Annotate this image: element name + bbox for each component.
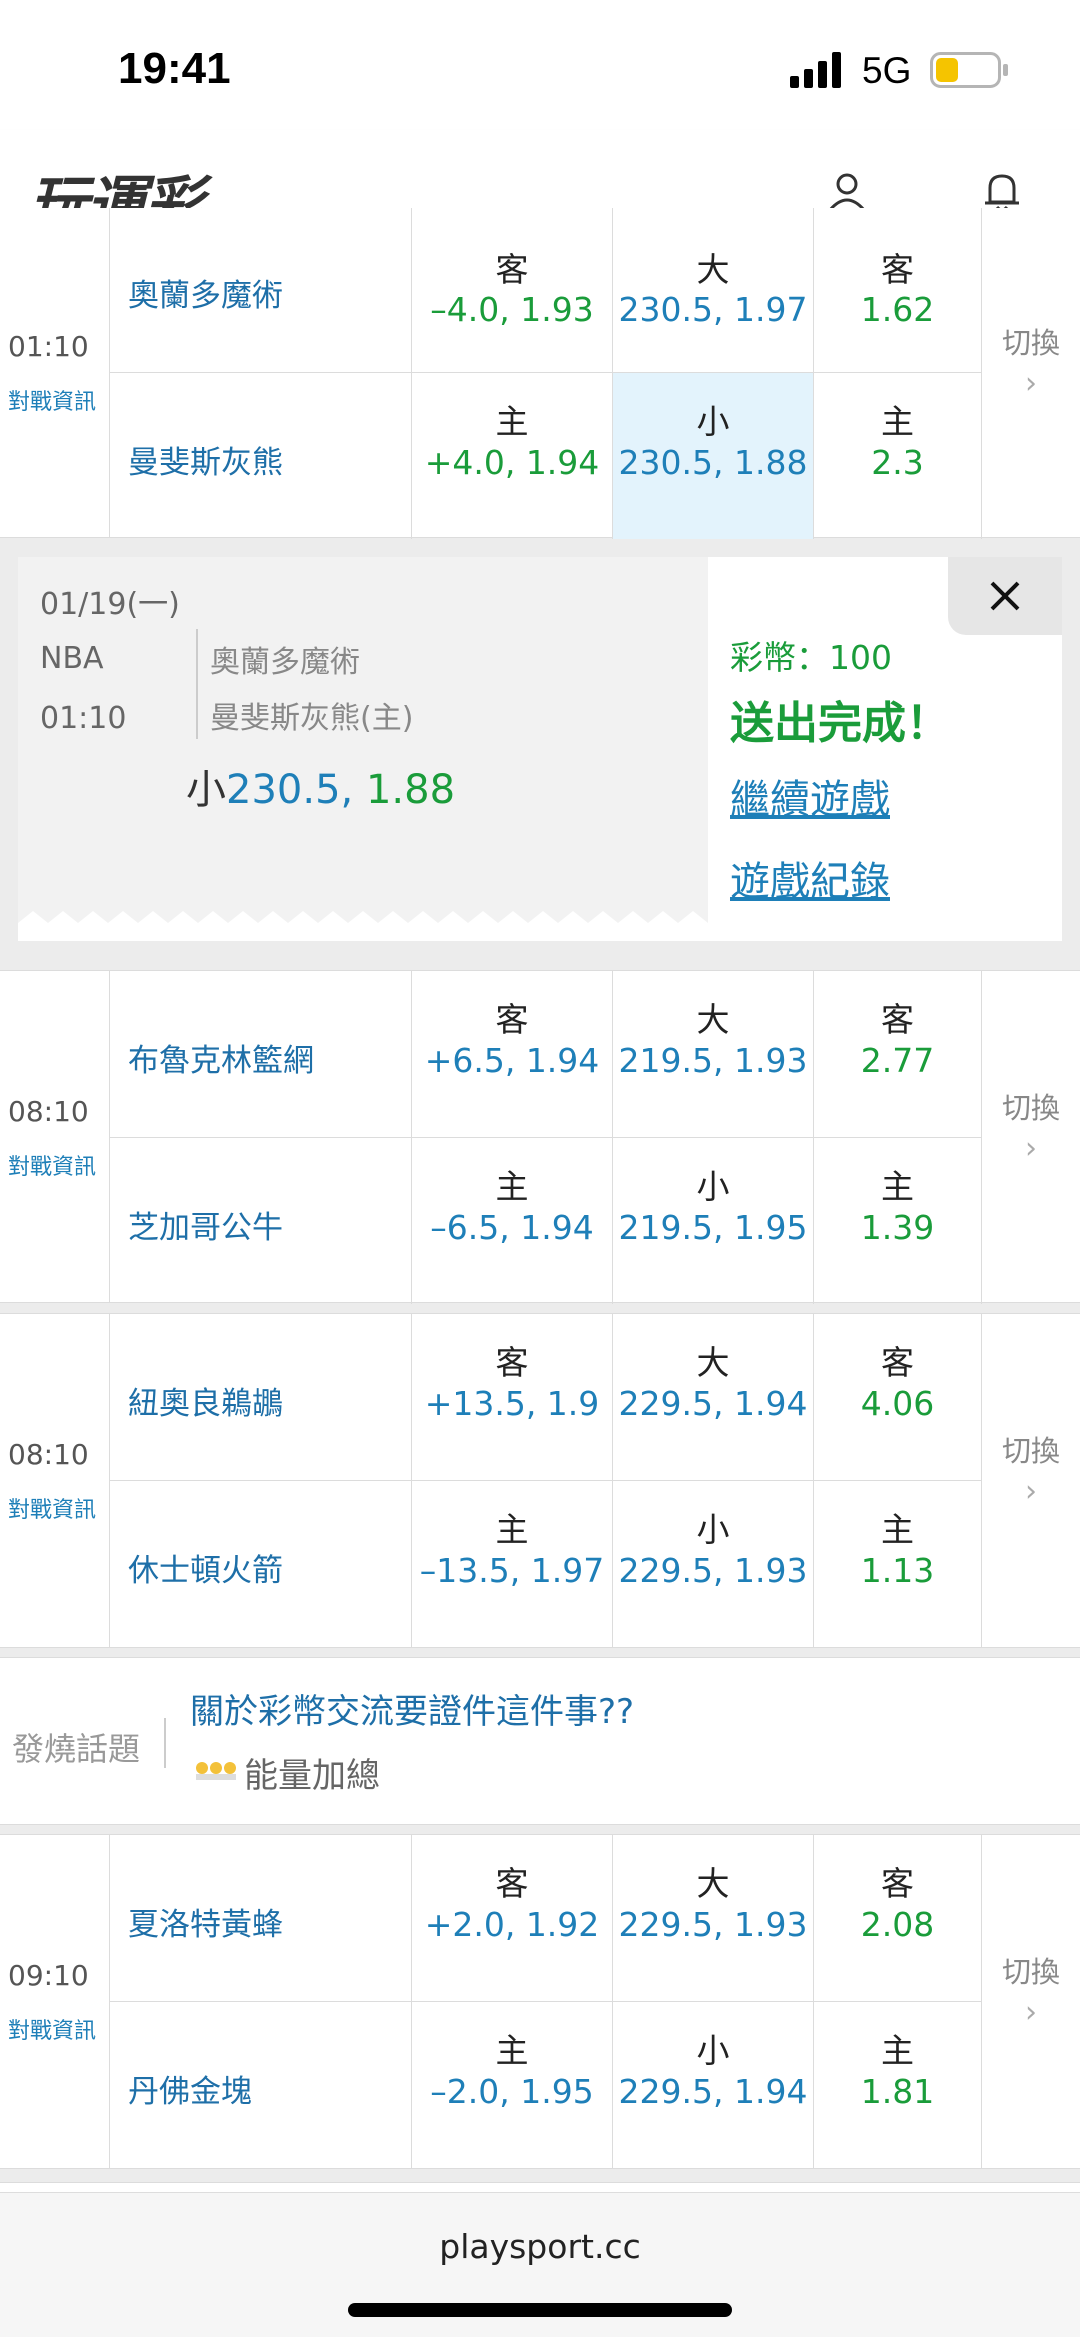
home-indicator[interactable] [348, 2303, 732, 2317]
home-total-cell[interactable]: 小 219.5, 1.95 [613, 1138, 814, 1304]
network-label: 5G [862, 50, 912, 91]
coin-amount: 彩幣：100 [730, 638, 892, 677]
away-moneyline-cell[interactable]: 客 4.06 [814, 1314, 982, 1480]
bet-home-team: 曼斐斯灰熊(主) [210, 701, 414, 736]
close-button[interactable] [948, 557, 1062, 635]
away-total-cell[interactable]: 大 229.5, 1.94 [613, 1314, 814, 1480]
game-row: 08:10 對戰資訊 紐奧良鵜鶘 客 +13.5, 1.9 大 229.5, 1.9… [0, 1313, 1080, 1648]
matchup-info-link[interactable]: 對戰資訊 [8, 1492, 96, 1524]
topic-author: 能量加總 [244, 1756, 380, 1796]
home-total-cell[interactable]: 小 229.5, 1.94 [613, 2002, 814, 2168]
bet-confirmation-panel: 01/19(一) NBA 01:10 奧蘭多魔術 曼斐斯灰熊(主) 小230.5… [18, 557, 1062, 941]
bet-date: 01/19(一) [40, 587, 180, 622]
site-url[interactable]: playsport.cc [0, 2227, 1080, 2266]
hot-topic-banner[interactable]: 發燒話題 關於彩幣交流要證件這件事?? 能量加總 [0, 1657, 1080, 1825]
matchup-info-link[interactable]: 對戰資訊 [8, 384, 96, 416]
home-total-cell[interactable]: 小 229.5, 1.93 [613, 1481, 814, 1647]
bet-selection: 小230.5, 1.88 [186, 767, 456, 813]
away-team[interactable]: 奧蘭多魔術 [110, 208, 412, 372]
away-total-cell[interactable]: 大 219.5, 1.93 [613, 971, 814, 1137]
home-spread-cell[interactable]: 主 –13.5, 1.97 [412, 1481, 613, 1647]
game-time-column: 08:10 對戰資訊 [0, 1314, 110, 1647]
game-time-column: 01:10 對戰資訊 [0, 208, 110, 537]
bet-league: NBA [40, 641, 104, 676]
home-moneyline-cell[interactable]: 主 2.3 [814, 373, 982, 539]
hot-topic-label: 發燒話題 [12, 1730, 141, 1768]
away-spread-cell[interactable]: 客 +6.5, 1.94 [412, 971, 613, 1137]
summary-divider [196, 629, 198, 739]
matchup-info-link[interactable]: 對戰資訊 [8, 1149, 96, 1181]
home-moneyline-cell[interactable]: 主 1.39 [814, 1138, 982, 1304]
home-spread-cell[interactable]: 主 –2.0, 1.95 [412, 2002, 613, 2168]
home-total-cell-selected[interactable]: 小 230.5, 1.88 [613, 373, 814, 539]
away-team[interactable]: 布魯克林籃網 [110, 971, 412, 1137]
matchup-info-link[interactable]: 對戰資訊 [8, 2013, 96, 2045]
switch-button[interactable]: 切換 › [982, 1835, 1080, 2168]
hot-topic-title[interactable]: 關於彩幣交流要證件這件事?? [190, 1684, 634, 1733]
away-team[interactable]: 夏洛特黃蜂 [110, 1835, 412, 2001]
away-total-cell[interactable]: 大 230.5, 1.97 [613, 208, 814, 372]
switch-button[interactable]: 切換 › [982, 208, 1080, 537]
status-bar: 19:41 5G [0, 0, 1080, 130]
home-team[interactable]: 芝加哥公牛 [110, 1138, 412, 1304]
home-spread-cell[interactable]: 主 –6.5, 1.94 [412, 1138, 613, 1304]
home-moneyline-cell[interactable]: 主 1.13 [814, 1481, 982, 1647]
home-moneyline-cell[interactable]: 主 1.81 [814, 2002, 982, 2168]
game-time-column: 08:10 對戰資訊 [0, 971, 110, 1302]
chevron-right-icon: › [1025, 1131, 1037, 1166]
submit-success-message: 送出完成！ [730, 698, 950, 749]
battery-icon [930, 52, 1008, 88]
bet-away-team: 奧蘭多魔術 [210, 645, 360, 680]
game-time: 08:10 [8, 1095, 89, 1128]
away-total-cell[interactable]: 大 229.5, 1.93 [613, 1835, 814, 2001]
away-moneyline-cell[interactable]: 客 2.08 [814, 1835, 982, 2001]
away-spread-cell[interactable]: 客 +2.0, 1.92 [412, 1835, 613, 2001]
continue-game-link[interactable]: 繼續遊戲 [730, 767, 890, 825]
browser-address-bar[interactable]: playsport.cc [0, 2192, 1080, 2337]
home-spread-cell[interactable]: 主 +4.0, 1.94 [412, 373, 613, 539]
bet-summary: 01/19(一) NBA 01:10 奧蘭多魔術 曼斐斯灰熊(主) 小230.5… [18, 557, 708, 941]
game-row: 08:10 對戰資訊 布魯克林籃網 客 +6.5, 1.94 大 219.5, 1.… [0, 970, 1080, 1304]
chevron-right-icon: › [1025, 1474, 1037, 1509]
bet-time: 01:10 [40, 701, 127, 736]
chevron-right-icon: › [1025, 1995, 1037, 2030]
game-row: 01:10 對戰資訊 奧蘭多魔術 客 –4.0, 1.93 大 230.5, 1.9… [0, 208, 1080, 539]
home-team[interactable]: 休士頓火箭 [110, 1481, 412, 1647]
game-time: 08:10 [8, 1438, 89, 1471]
away-team[interactable]: 紐奧良鵜鶘 [110, 1314, 412, 1480]
switch-button[interactable]: 切換 › [982, 971, 1080, 1302]
energy-badge-icon [196, 1762, 236, 1780]
status-time: 19:41 [118, 44, 231, 93]
home-team[interactable]: 丹佛金塊 [110, 2002, 412, 2168]
game-record-link[interactable]: 遊戲紀錄 [730, 849, 890, 907]
game-time-column: 09:10 對戰資訊 [0, 1835, 110, 2168]
game-time: 09:10 [8, 1959, 89, 1992]
away-moneyline-cell[interactable]: 客 2.77 [814, 971, 982, 1137]
away-spread-cell[interactable]: 客 +13.5, 1.9 [412, 1314, 613, 1480]
game-time: 01:10 [8, 330, 89, 363]
away-moneyline-cell[interactable]: 客 1.62 [814, 208, 982, 372]
close-icon [990, 581, 1020, 611]
switch-button[interactable]: 切換 › [982, 1314, 1080, 1647]
chevron-right-icon: › [1025, 366, 1037, 401]
away-spread-cell[interactable]: 客 –4.0, 1.93 [412, 208, 613, 372]
torn-edge-decoration [18, 911, 708, 941]
signal-icon [790, 52, 841, 88]
topic-divider [164, 1718, 166, 1768]
game-row: 09:10 對戰資訊 夏洛特黃蜂 客 +2.0, 1.92 大 229.5, 1.9… [0, 1834, 1080, 2169]
home-team[interactable]: 曼斐斯灰熊 [110, 373, 412, 539]
